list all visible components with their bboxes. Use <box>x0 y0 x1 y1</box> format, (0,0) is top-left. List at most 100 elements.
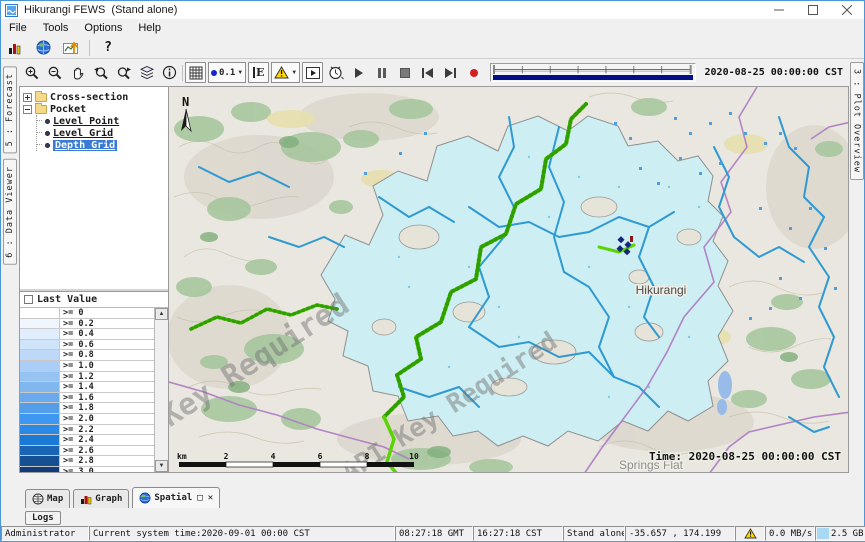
tab-data-viewer[interactable]: 6 : Data Viewer <box>3 159 17 265</box>
legend-label: >= 3.0 <box>60 467 154 472</box>
legend-scrollbar[interactable]: ▲ ▼ <box>155 308 168 472</box>
map-display-globe-icon[interactable] <box>33 39 53 57</box>
legend-row[interactable]: >= 1.8 <box>20 403 154 414</box>
maximize-icon[interactable] <box>796 1 830 19</box>
map-canvas[interactable]: API Key Required API Key Required N Hiku… <box>169 86 849 473</box>
tree-item-level-grid[interactable]: Level Grid <box>37 127 166 139</box>
last-value-checkbox[interactable] <box>24 295 33 304</box>
contour-threshold-dropdown[interactable]: 0.1 ▼ <box>208 62 246 83</box>
menu-help[interactable]: Help <box>130 19 169 37</box>
help-button[interactable]: ? <box>98 39 118 57</box>
skip-to-start-icon[interactable] <box>417 62 438 83</box>
tab-forecast[interactable]: 5 : Forecast <box>3 66 17 153</box>
tree-item-depth-grid[interactable]: Depth Grid <box>37 139 166 151</box>
close-icon[interactable] <box>830 1 864 19</box>
legend-row[interactable]: >= 1.2 <box>20 372 154 383</box>
legend-row[interactable]: >= 1.6 <box>20 393 154 404</box>
tree-label-selected: Depth Grid <box>53 140 117 151</box>
legend-label: >= 0 <box>60 308 154 318</box>
tab-spatial[interactable]: Spatial □ ✕ <box>132 487 220 508</box>
svg-text:2: 2 <box>224 452 229 461</box>
legend-row[interactable]: >= 2.4 <box>20 435 154 446</box>
legend-color-swatch <box>20 467 60 472</box>
legend-label: >= 1.2 <box>60 372 154 382</box>
legend-row[interactable]: >= 2.0 <box>20 414 154 425</box>
chevron-down-icon: ▼ <box>237 70 243 76</box>
zoom-in-icon[interactable] <box>21 62 42 83</box>
map-time-label: Time: 2020-08-25 00:00:00 CST <box>649 450 841 463</box>
toolbar-separator <box>182 65 183 81</box>
animation-panel-icon[interactable] <box>302 62 323 83</box>
menu-options[interactable]: Options <box>76 19 130 37</box>
legend-color-swatch <box>20 425 60 435</box>
database-bars-icon[interactable] <box>5 39 25 57</box>
zoom-previous-icon[interactable] <box>90 62 111 83</box>
timeseries-chart-icon[interactable] <box>61 39 81 57</box>
map-toolbar: 0.1 ▼ E ▼ <box>19 59 849 86</box>
legend-row[interactable]: >= 0.2 <box>20 319 154 330</box>
grid-display-icon[interactable] <box>185 62 206 83</box>
tab-map[interactable]: Map <box>25 489 70 508</box>
collapse-minus-icon[interactable] <box>23 105 32 114</box>
pan-hand-icon[interactable] <box>67 62 88 83</box>
legend-row[interactable]: >= 2.6 <box>20 446 154 457</box>
warning-levels-dropdown[interactable]: ▼ <box>271 62 300 83</box>
legend-toggle-icon[interactable]: E <box>248 62 269 83</box>
menu-file[interactable]: File <box>1 19 35 37</box>
legend-row[interactable]: >= 1.0 <box>20 361 154 372</box>
record-icon[interactable] <box>463 62 484 83</box>
close-panel-icon[interactable]: ✕ <box>208 494 213 503</box>
legend-color-swatch <box>20 393 60 403</box>
legend-row[interactable]: >= 3.0 <box>20 467 154 472</box>
time-slider-track <box>493 65 692 74</box>
time-slider[interactable] <box>490 63 695 82</box>
legend-color-swatch <box>20 435 60 445</box>
scroll-up-icon[interactable]: ▲ <box>155 308 168 320</box>
legend-row[interactable]: >= 1.4 <box>20 382 154 393</box>
maximize-panel-icon[interactable]: □ <box>197 494 202 503</box>
animation-timer-icon[interactable] <box>325 62 346 83</box>
status-local-time: 16:27:18 CST <box>473 526 563 541</box>
legend-label: >= 2.8 <box>60 456 154 466</box>
bar-chart-icon <box>80 493 92 505</box>
play-icon[interactable] <box>348 62 369 83</box>
legend-list: >= 0>= 0.2>= 0.4>= 0.6>= 0.8>= 1.0>= 1.2… <box>20 308 155 472</box>
left-tab-strip: 5 : Forecast 6 : Data Viewer <box>1 59 19 526</box>
expand-plus-icon[interactable] <box>23 93 32 102</box>
zoom-next-icon[interactable] <box>113 62 134 83</box>
tree-item-pocket[interactable]: Pocket <box>23 103 166 115</box>
map-svg: API Key Required API Key Required N Hiku… <box>169 87 849 473</box>
layers-icon[interactable] <box>136 62 157 83</box>
menu-tools[interactable]: Tools <box>35 19 77 37</box>
tree-item-level-point[interactable]: Level Point <box>37 115 166 127</box>
minimize-icon[interactable] <box>762 1 796 19</box>
stop-icon[interactable] <box>394 62 415 83</box>
legend-color-swatch <box>20 414 60 424</box>
tab-graph[interactable]: Graph <box>73 489 129 508</box>
legend-label: >= 1.8 <box>60 403 154 413</box>
skip-to-end-icon[interactable] <box>440 62 461 83</box>
zoom-out-icon[interactable] <box>44 62 65 83</box>
legend-row[interactable]: >= 2.8 <box>20 456 154 467</box>
legend-row[interactable]: >= 0.4 <box>20 329 154 340</box>
legend-label: >= 2.6 <box>60 446 154 456</box>
logs-button[interactable]: Logs <box>25 511 61 525</box>
toolbar-separator <box>89 40 90 56</box>
legend-color-swatch <box>20 329 60 339</box>
legend-row[interactable]: >= 0 <box>20 308 154 319</box>
legend-color-swatch <box>20 340 60 350</box>
legend-row[interactable]: >= 0.6 <box>20 340 154 351</box>
info-icon[interactable] <box>159 62 180 83</box>
tree-item-cross-section[interactable]: Cross-section <box>23 91 166 103</box>
pause-icon[interactable] <box>371 62 392 83</box>
legend-row[interactable]: >= 0.8 <box>20 350 154 361</box>
main-toolbar: ? <box>1 37 864 59</box>
filter-tree: Cross-section Pocket Level Point <box>20 87 168 291</box>
scroll-down-icon[interactable]: ▼ <box>155 460 168 472</box>
status-warning-cell[interactable] <box>735 526 765 541</box>
legend-color-swatch <box>20 456 60 466</box>
time-span-bar[interactable] <box>493 75 692 80</box>
legend-row[interactable]: >= 2.2 <box>20 425 154 436</box>
svg-text:8: 8 <box>365 452 370 461</box>
tab-plot-overview[interactable]: 3 : Plot Overview <box>850 62 864 180</box>
